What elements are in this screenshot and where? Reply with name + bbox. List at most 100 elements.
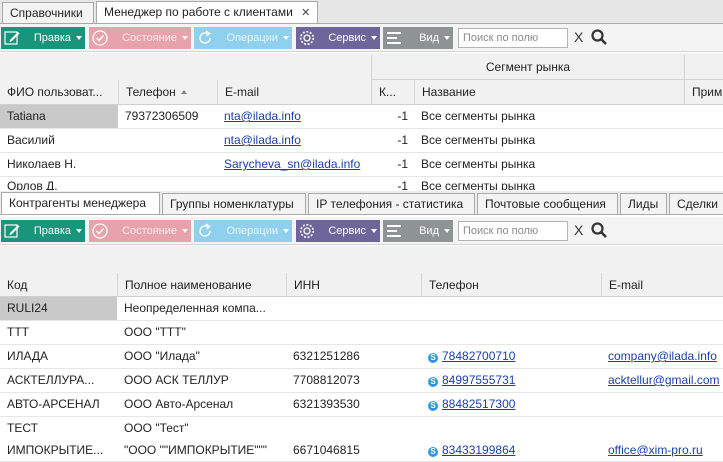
table-row[interactable]: Tatiana 79372306509 nta@ilada.info -1 Вс… bbox=[0, 105, 723, 129]
state-button[interactable]: Состояние bbox=[89, 27, 191, 49]
check-circle-icon bbox=[92, 30, 108, 46]
table-row[interactable]: АСКТЕЛЛУРА... ООО АСК ТЕЛЛУР 7708812073 … bbox=[0, 369, 723, 393]
cell-phone: S 83433199864 bbox=[421, 439, 601, 462]
email-link[interactable]: nta@ilada.info bbox=[224, 133, 301, 147]
col-header-label: Телефон bbox=[126, 85, 176, 99]
search-input[interactable] bbox=[458, 221, 568, 241]
cell-user-name: Tatiana bbox=[0, 105, 118, 128]
chevron-down-icon bbox=[283, 229, 289, 233]
tab-deals[interactable]: Сделки bbox=[669, 193, 723, 214]
list-view-icon bbox=[387, 32, 401, 44]
col-header-user-name[interactable]: ФИО пользоват... bbox=[0, 80, 118, 104]
tab-manager-counterparties[interactable]: Контрагенты менеджера bbox=[1, 192, 160, 214]
service-label: Сервис bbox=[328, 225, 366, 237]
cell-email: acktellur@gmail.com bbox=[601, 369, 723, 392]
cell-inn: 6321393530 bbox=[293, 397, 360, 411]
table-row[interactable]: Николаев Н. Sarycheva_sn@ilada.info -1 В… bbox=[0, 153, 723, 177]
col-header-email[interactable]: E-mail bbox=[217, 80, 371, 104]
table-row[interactable]: Василий nta@ilada.info -1 Все сегменты р… bbox=[0, 129, 723, 153]
email-link[interactable]: company@ilada.info bbox=[608, 349, 717, 363]
col-header-phone[interactable]: Телефон bbox=[118, 80, 217, 104]
email-link[interactable]: Sarycheva_sn@ilada.info bbox=[224, 157, 360, 171]
cell-full-name: "ООО ""ИМПОКРЫТИЕ""" bbox=[124, 443, 268, 457]
cell-email: Sarycheva_sn@ilada.info bbox=[217, 153, 371, 176]
chevron-down-icon bbox=[283, 36, 289, 40]
phone-link[interactable]: 83433199864 bbox=[442, 443, 515, 457]
cell-full-name: ООО "Илада" bbox=[124, 349, 200, 363]
operations-button[interactable]: Операции bbox=[194, 27, 292, 49]
phone-link[interactable]: 78482700710 bbox=[442, 349, 515, 363]
edit-label: Правка bbox=[33, 32, 71, 44]
cell-code: ИЛАДА bbox=[7, 349, 49, 363]
counterparties-grid-header: Код Полное наименование ИНН Телефон E-ma… bbox=[0, 246, 723, 297]
edit-button[interactable]: Правка bbox=[1, 220, 85, 242]
refresh-icon bbox=[199, 223, 211, 237]
skype-icon: S bbox=[428, 377, 438, 387]
cell-segment: Все сегменты рынка bbox=[421, 109, 536, 123]
tab-label: Справочники bbox=[10, 6, 83, 20]
chevron-down-icon bbox=[444, 229, 450, 233]
col-header-note[interactable]: Прим bbox=[684, 80, 723, 104]
tab-nomenclature-groups[interactable]: Группы номенклатуры bbox=[162, 193, 306, 214]
col-header-segment-name[interactable]: Название bbox=[414, 80, 684, 104]
table-row[interactable]: ТТТ ООО "ТТТ" bbox=[0, 321, 723, 345]
cell-k: -1 bbox=[397, 133, 408, 147]
tab-client-manager[interactable]: Менеджер по работе с клиентами ✕ bbox=[96, 1, 318, 23]
tab-mail-messages[interactable]: Почтовые сообщения bbox=[477, 193, 618, 214]
tab-leads[interactable]: Лиды bbox=[620, 193, 667, 214]
search-input[interactable] bbox=[458, 28, 568, 48]
state-button[interactable]: Состояние bbox=[89, 220, 191, 242]
cell-inn: 6321251286 bbox=[293, 349, 360, 363]
phone-link[interactable]: 88482517300 bbox=[442, 397, 515, 411]
view-button[interactable]: Вид bbox=[383, 27, 453, 49]
search-icon[interactable] bbox=[590, 221, 608, 239]
phone-link[interactable]: 84997555731 bbox=[442, 373, 515, 387]
search-icon[interactable] bbox=[590, 28, 608, 46]
operations-label: Операции bbox=[226, 225, 278, 237]
col-header-k[interactable]: К... bbox=[371, 80, 414, 104]
col-header-code[interactable]: Код bbox=[0, 273, 117, 297]
clear-search-button[interactable]: X bbox=[574, 29, 583, 45]
service-button[interactable]: Сервис bbox=[296, 27, 380, 49]
table-row[interactable]: ИЛАДА ООО "Илада" 6321251286 S 7848270071… bbox=[0, 345, 723, 369]
table-row[interactable]: Орлов Д. -1 Все сегменты рынка bbox=[0, 177, 723, 190]
operations-button[interactable]: Операции bbox=[194, 220, 292, 242]
chevron-down-icon bbox=[76, 36, 82, 40]
cell-segment: Все сегменты рынка bbox=[421, 157, 536, 171]
table-row[interactable]: ИМПОКРЫТИЕ... "ООО ""ИМПОКРЫТИЕ""" 66710… bbox=[0, 439, 723, 462]
email-link[interactable]: nta@ilada.info bbox=[224, 109, 301, 123]
list-view-icon bbox=[387, 225, 401, 237]
cell-email: company@ilada.info bbox=[601, 345, 723, 368]
col-header-full-name[interactable]: Полное наименование bbox=[117, 273, 286, 297]
chevron-down-icon bbox=[182, 229, 188, 233]
cell-inn: 6671046815 bbox=[293, 443, 360, 457]
cell-inn: 7708812073 bbox=[293, 373, 360, 387]
table-row[interactable]: ТЕСТ ООО "Тест" bbox=[0, 417, 723, 441]
cell-full-name: Неопределенная компа... bbox=[124, 301, 266, 315]
top-tab-bar: Справочники Менеджер по работе с клиента… bbox=[0, 0, 723, 24]
cell-user-name: Орлов Д. bbox=[7, 179, 58, 190]
close-icon[interactable]: ✕ bbox=[301, 7, 310, 19]
col-header-inn[interactable]: ИНН bbox=[286, 273, 421, 297]
col-header-email[interactable]: E-mail bbox=[601, 273, 723, 297]
edit-button[interactable]: Правка bbox=[1, 27, 85, 49]
sort-ascending-icon bbox=[180, 90, 187, 94]
tab-ip-telephony-stats[interactable]: IP телефония - статистика bbox=[308, 193, 475, 214]
cell-full-name: ООО "ТТТ" bbox=[124, 325, 186, 339]
col-header-phone[interactable]: Телефон bbox=[421, 273, 601, 297]
view-button[interactable]: Вид bbox=[383, 220, 453, 242]
cell-user-name: Василий bbox=[7, 133, 55, 147]
view-label: Вид bbox=[419, 225, 439, 237]
clear-search-button[interactable]: X bbox=[574, 222, 583, 238]
skype-icon: S bbox=[428, 353, 438, 363]
check-circle-icon bbox=[92, 223, 108, 239]
cell-code: ИМПОКРЫТИЕ... bbox=[7, 443, 104, 457]
tab-label: Менеджер по работе с клиентами bbox=[104, 5, 293, 19]
email-link[interactable]: office@xim-pro.ru bbox=[608, 443, 703, 457]
service-button[interactable]: Сервис bbox=[296, 220, 380, 242]
table-row[interactable]: RULI24 Неопределенная компа... bbox=[0, 297, 723, 321]
table-row[interactable]: АВТО-АРСЕНАЛ ООО Авто-Арсенал 6321393530… bbox=[0, 393, 723, 417]
cell-full-name: ООО АСК ТЕЛЛУР bbox=[124, 373, 229, 387]
email-link[interactable]: acktellur@gmail.com bbox=[608, 373, 720, 387]
tab-directories[interactable]: Справочники bbox=[2, 2, 94, 23]
